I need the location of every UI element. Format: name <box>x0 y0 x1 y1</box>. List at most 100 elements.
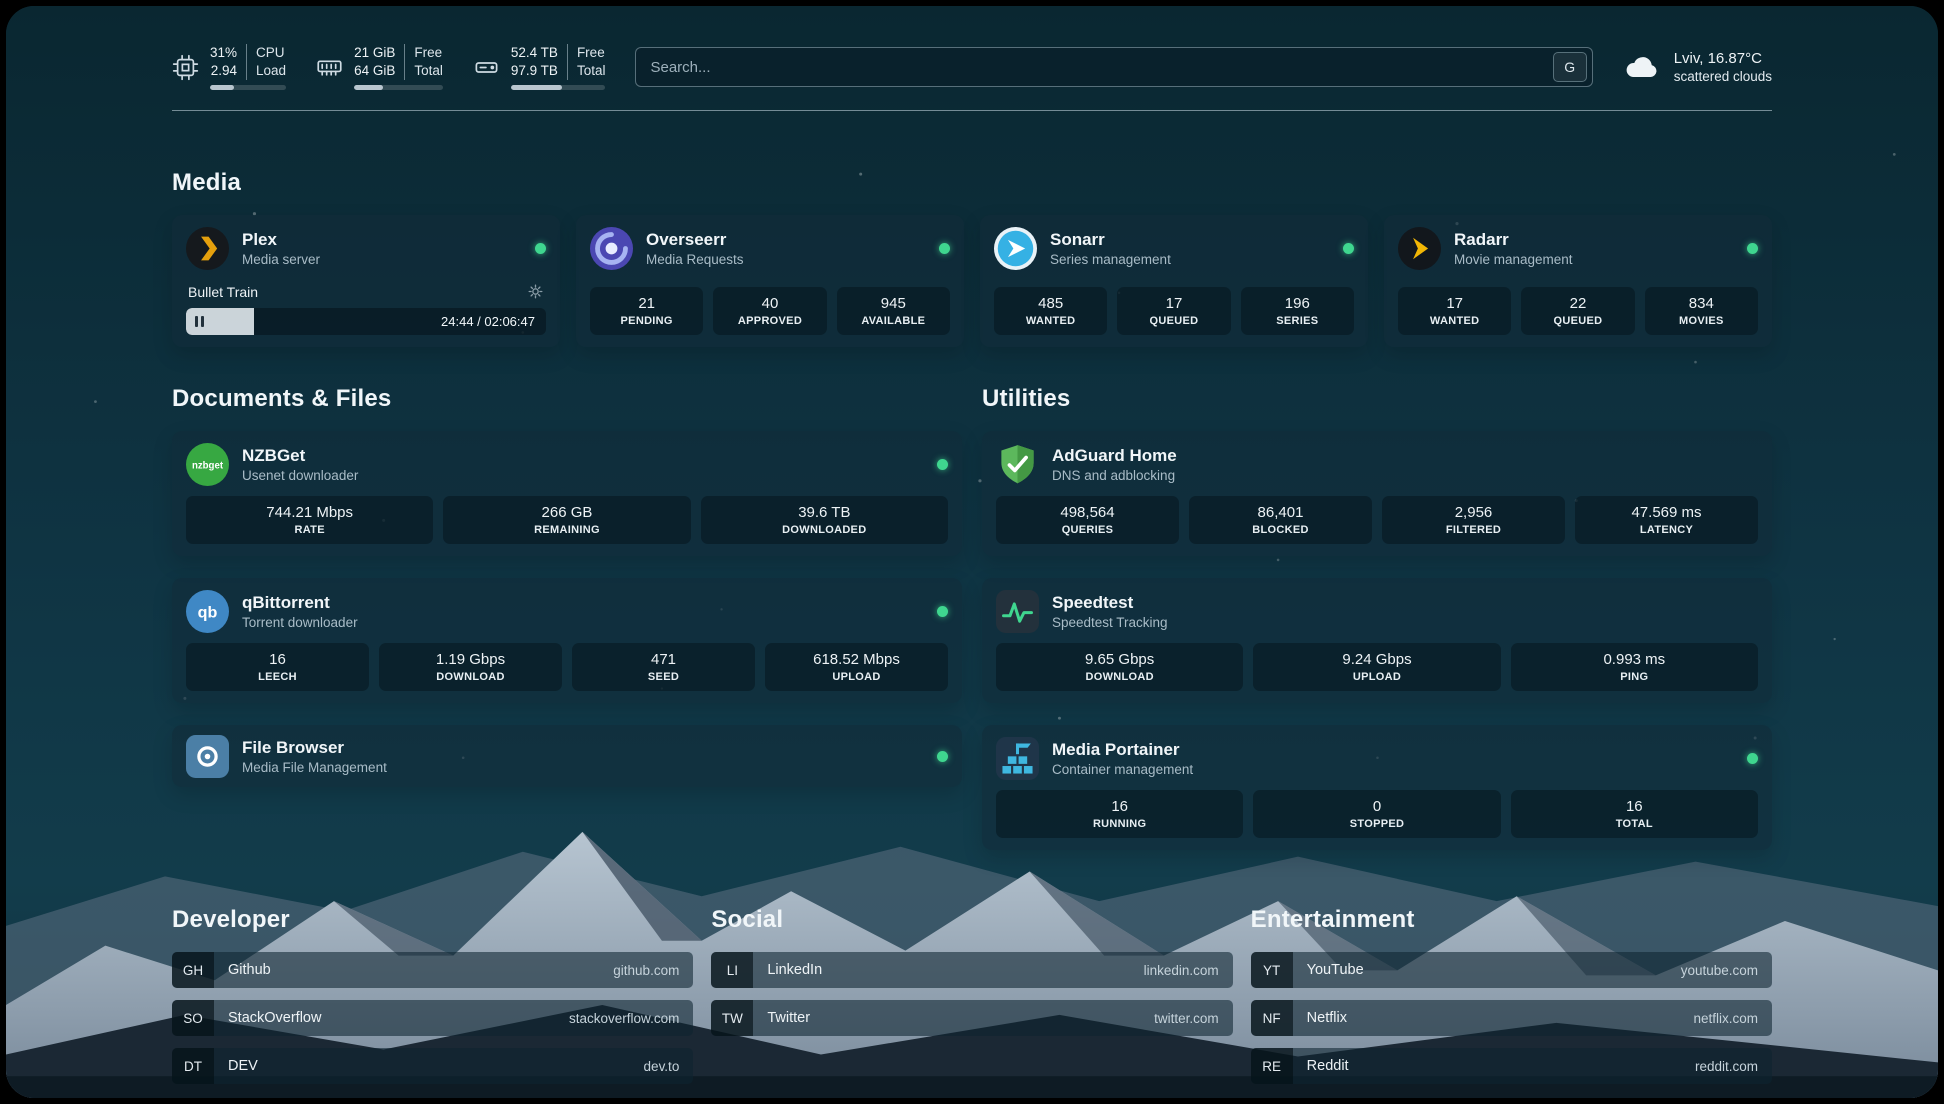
stat-label: AVAILABLE <box>861 315 925 327</box>
nzbget-icon: nzbget <box>186 443 229 486</box>
ram-progress-bar <box>354 85 443 90</box>
stat: 945 AVAILABLE <box>837 287 950 335</box>
bookmark-url: dev.to <box>644 1059 694 1074</box>
portainer-card[interactable]: Media Portainer Container management 16 … <box>982 725 1772 850</box>
qbittorrent-card[interactable]: qb qBittorrent Torrent downloader 16 <box>172 578 962 703</box>
cloud-icon <box>1623 52 1661 82</box>
stat: 9.24 Gbps UPLOAD <box>1253 643 1500 691</box>
adguard-card[interactable]: AdGuard Home DNS and adblocking 498,564 … <box>982 431 1772 556</box>
app-subtitle: Torrent downloader <box>242 615 358 630</box>
stat: 86,401 BLOCKED <box>1189 496 1372 544</box>
entertainment-bookmarks: Entertainment YT YouTube youtube.com NF … <box>1251 906 1772 1084</box>
stat: 47.569 ms LATENCY <box>1575 496 1758 544</box>
bookmark-url: reddit.com <box>1695 1059 1772 1074</box>
bookmark-abbr: LI <box>711 952 753 988</box>
bookmark-url: twitter.com <box>1154 1011 1233 1026</box>
bookmark-name: YouTube <box>1293 962 1364 978</box>
bookmark-reddit[interactable]: RE Reddit reddit.com <box>1251 1048 1772 1084</box>
stat-value: 266 GB <box>542 504 593 521</box>
disk-total-value: 97.9 TB <box>511 62 558 80</box>
bookmark-name: Netflix <box>1293 1010 1347 1026</box>
stat-value: 0 <box>1373 798 1381 815</box>
now-playing-title: Bullet Train <box>188 284 258 300</box>
stat: 22 QUEUED <box>1521 287 1634 335</box>
filebrowser-card[interactable]: File Browser Media File Management <box>172 725 962 787</box>
cpu-load-value: 2.94 <box>211 62 237 80</box>
section-title-entertainment: Entertainment <box>1251 906 1772 934</box>
bookmark-abbr: YT <box>1251 952 1293 988</box>
stat-label: LEECH <box>258 671 297 683</box>
section-title-utilities: Utilities <box>982 385 1772 413</box>
status-dot <box>1747 243 1758 254</box>
radarr-card[interactable]: Radarr Movie management 17 WANTED 22 QUE… <box>1384 215 1772 347</box>
app-name: Sonarr <box>1050 230 1171 250</box>
stat-value: 945 <box>881 295 906 312</box>
pause-icon[interactable] <box>195 316 204 327</box>
stat: 9.65 Gbps DOWNLOAD <box>996 643 1243 691</box>
bookmark-linkedin[interactable]: LI LinkedIn linkedin.com <box>711 952 1232 988</box>
stat-value: 2,956 <box>1455 504 1493 521</box>
app-subtitle: Speedtest Tracking <box>1052 615 1168 630</box>
stat: 1.19 Gbps DOWNLOAD <box>379 643 562 691</box>
plex-icon <box>186 227 229 270</box>
bookmark-github[interactable]: GH Github github.com <box>172 952 693 988</box>
stat-label: SEED <box>648 671 679 683</box>
search-engine-button[interactable]: G <box>1553 52 1587 82</box>
utilities-section: Utilities <box>982 385 1772 850</box>
stat-value: 196 <box>1285 295 1310 312</box>
stat-value: 47.569 ms <box>1631 504 1701 521</box>
stat-label: MOVIES <box>1679 315 1724 327</box>
disk-progress-bar <box>511 85 606 90</box>
status-dot <box>535 243 546 254</box>
radarr-icon <box>1398 227 1441 270</box>
search-input[interactable] <box>650 59 1552 76</box>
playback-progress-bar[interactable]: 24:44 / 02:06:47 <box>186 308 546 335</box>
stat-label: REMAINING <box>534 524 600 536</box>
app-name: Plex <box>242 230 320 250</box>
speedtest-card[interactable]: Speedtest Speedtest Tracking 9.65 Gbps D… <box>982 578 1772 703</box>
bookmark-twitter[interactable]: TW Twitter twitter.com <box>711 1000 1232 1036</box>
stat-value: 17 <box>1446 295 1463 312</box>
stat-value: 86,401 <box>1258 504 1304 521</box>
ram-label-1: Free <box>414 44 443 62</box>
stat-value: 618.52 Mbps <box>813 651 900 668</box>
stat-value: 1.19 Gbps <box>436 651 505 668</box>
bookmark-netflix[interactable]: NF Netflix netflix.com <box>1251 1000 1772 1036</box>
ram-icon <box>316 54 343 81</box>
bookmark-url: netflix.com <box>1693 1011 1772 1026</box>
disk-label-1: Free <box>577 44 606 62</box>
playback-time: 24:44 / 02:06:47 <box>441 314 546 329</box>
nzbget-card[interactable]: nzbget NZBGet Usenet downloader 744.21 M… <box>172 431 962 556</box>
app-name: NZBGet <box>242 446 358 466</box>
bookmark-youtube[interactable]: YT YouTube youtube.com <box>1251 952 1772 988</box>
overseerr-card[interactable]: Overseerr Media Requests 21 PENDING 40 A… <box>576 215 964 347</box>
disk-progress-fill <box>511 85 562 90</box>
plex-card[interactable]: Plex Media server Bullet Train <box>172 215 560 347</box>
stat-label: RATE <box>295 524 325 536</box>
stat-value: 22 <box>1570 295 1587 312</box>
stat-value: 485 <box>1038 295 1063 312</box>
status-dot <box>939 243 950 254</box>
bookmark-abbr: GH <box>172 952 214 988</box>
ram-free-value: 21 GiB <box>354 44 395 62</box>
stat-value: 17 <box>1166 295 1183 312</box>
cpu-label-2: Load <box>256 62 286 80</box>
bookmark-name: DEV <box>214 1058 258 1074</box>
bookmark-stackoverflow[interactable]: SO StackOverflow stackoverflow.com <box>172 1000 693 1036</box>
stat: 16 LEECH <box>186 643 369 691</box>
stat-label: QUEUED <box>1554 315 1603 327</box>
stat-label: BLOCKED <box>1252 524 1309 536</box>
stat-label: DOWNLOAD <box>1085 671 1153 683</box>
stat: 40 APPROVED <box>713 287 826 335</box>
app-name: qBittorrent <box>242 593 358 613</box>
settings-gear-icon[interactable] <box>527 283 544 300</box>
section-title-social: Social <box>711 906 1232 934</box>
stat-label: QUERIES <box>1062 524 1114 536</box>
stat: 471 SEED <box>572 643 755 691</box>
bookmark-dev[interactable]: DT DEV dev.to <box>172 1048 693 1084</box>
sonarr-card[interactable]: Sonarr Series management 485 WANTED 17 Q… <box>980 215 1368 347</box>
ram-total-value: 64 GiB <box>354 62 395 80</box>
app-name: Radarr <box>1454 230 1573 250</box>
bookmark-url: github.com <box>613 963 693 978</box>
stat-label: WANTED <box>1026 315 1075 327</box>
